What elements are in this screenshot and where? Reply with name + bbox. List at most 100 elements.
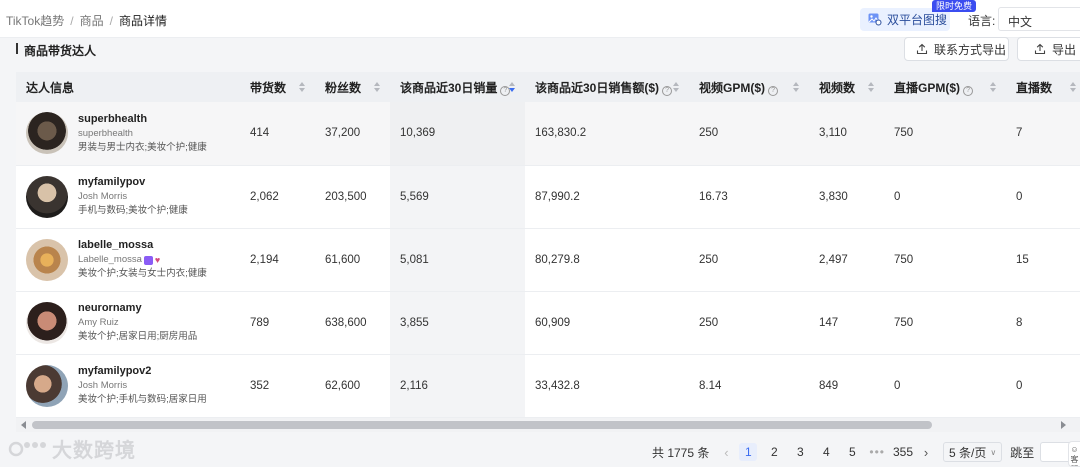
sales-count-cell: 2,062: [240, 165, 315, 229]
sort-icon[interactable]: [990, 82, 996, 93]
lives-cell: 15: [1006, 228, 1080, 292]
influencer-handle[interactable]: myfamilypov2: [78, 364, 207, 378]
scrollbar-thumb[interactable]: [32, 421, 932, 429]
page-button-4[interactable]: 4: [817, 443, 835, 461]
sales-count-cell: 2,194: [240, 228, 315, 292]
influencer-name: superbhealth: [78, 127, 133, 139]
table-row[interactable]: superbhealth superbhealth 男装与男士内衣;美妆个护;健…: [16, 102, 1080, 166]
followers-cell: 203,500: [315, 165, 390, 229]
videos-cell: 3,110: [809, 102, 884, 166]
sort-icon[interactable]: [793, 82, 799, 93]
jump-page-input[interactable]: [1040, 442, 1071, 462]
influencer-handle[interactable]: myfamilypov: [78, 175, 188, 189]
influencer-cell: superbhealth superbhealth 男装与男士内衣;美妆个护;健…: [16, 102, 240, 166]
column-header-units-30d[interactable]: 该商品近30日销量?: [390, 72, 525, 102]
sales-count-cell: 789: [240, 291, 315, 355]
column-header-live-gpm[interactable]: 直播GPM($)?: [884, 72, 1006, 102]
scroll-right-arrow-icon[interactable]: [1061, 421, 1066, 429]
influencer-categories: 美妆个护;手机与数码;居家日用: [78, 394, 207, 405]
avatar[interactable]: [26, 112, 68, 155]
section-title: 商品带货达人: [16, 42, 96, 59]
breadcrumb: TikTok趋势 / 商品 / 商品详情: [6, 12, 167, 29]
revenue-30d-cell: 163,830.2: [525, 102, 689, 166]
page-button-last[interactable]: 355: [893, 443, 913, 461]
column-header-influencer: 达人信息: [16, 72, 240, 102]
influencer-cell: myfamilypov Josh Morris 手机与数码;美妆个护;健康: [16, 165, 240, 229]
column-header-sales-count[interactable]: 带货数: [240, 72, 315, 102]
sort-icon[interactable]: [1070, 82, 1076, 93]
lives-cell: 0: [1006, 165, 1080, 229]
help-icon[interactable]: ?: [662, 85, 673, 96]
column-header-revenue-30d[interactable]: 该商品近30日销售额($)?: [525, 72, 689, 102]
sort-icon[interactable]: [299, 82, 305, 93]
sort-desc-icon[interactable]: [509, 82, 515, 93]
table-row[interactable]: neurornamy Amy Ruiz 美妆个护;居家日用;厨房用品 789 6…: [16, 291, 1080, 355]
jump-label: 跳至: [1010, 445, 1035, 460]
avatar[interactable]: [26, 364, 68, 407]
contact-export-label: 联系方式导出: [934, 42, 1007, 57]
column-header-videos[interactable]: 视频数: [809, 72, 884, 102]
prev-page-icon[interactable]: ‹: [717, 445, 735, 460]
sales-count-cell: 352: [240, 354, 315, 418]
sort-icon[interactable]: [374, 82, 380, 93]
breadcrumb-tiktok-trends[interactable]: TikTok趋势: [6, 14, 64, 28]
horizontal-scrollbar[interactable]: [16, 418, 1080, 432]
language-select[interactable]: 中文: [998, 7, 1080, 31]
table-row[interactable]: labelle_mossa Labelle_mossa ♥ 美妆个护;女装与女士内…: [16, 228, 1080, 292]
breadcrumb-separator: /: [70, 14, 74, 28]
table-row[interactable]: myfamilypov Josh Morris 手机与数码;美妆个护;健康 2,…: [16, 165, 1080, 229]
influencer-cell: labelle_mossa Labelle_mossa ♥ 美妆个护;女装与女士内…: [16, 228, 240, 292]
next-page-icon[interactable]: ›: [917, 445, 935, 460]
sort-icon[interactable]: [673, 82, 679, 93]
sort-icon[interactable]: [868, 82, 874, 93]
lives-cell: 8: [1006, 291, 1080, 355]
breadcrumb-products[interactable]: 商品: [80, 14, 104, 28]
video-gpm-cell: 250: [689, 291, 809, 355]
upload-icon: [916, 43, 928, 55]
page-button-2[interactable]: 2: [765, 443, 783, 461]
page-size-select[interactable]: 5 条/页 ∨: [943, 442, 1003, 462]
influencer-handle[interactable]: neurornamy: [78, 301, 197, 315]
influencer-cell: myfamilypov2 Josh Morris 美妆个护;手机与数码;居家日用: [16, 354, 240, 418]
influencer-categories: 美妆个护;居家日用;厨房用品: [78, 331, 198, 342]
column-header-video-gpm[interactable]: 视频GPM($)?: [689, 72, 809, 102]
avatar[interactable]: [26, 238, 68, 281]
live-gpm-cell: 0: [884, 165, 1006, 229]
influencer-handle[interactable]: labelle_mossa: [78, 238, 207, 252]
export-button[interactable]: 导出: [1017, 37, 1080, 61]
revenue-30d-cell: 60,909: [525, 291, 689, 355]
influencer-handle[interactable]: superbhealth: [78, 112, 207, 126]
live-gpm-cell: 750: [884, 228, 1006, 292]
help-icon[interactable]: ?: [768, 85, 779, 96]
revenue-30d-cell: 80,279.8: [525, 228, 689, 292]
column-header-followers[interactable]: 粉丝数: [315, 72, 390, 102]
page-button-3[interactable]: 3: [791, 443, 809, 461]
video-gpm-cell: 250: [689, 228, 809, 292]
units-30d-cell: 5,569: [390, 165, 525, 229]
export-label: 导出: [1052, 42, 1077, 57]
units-30d-cell: 2,116: [390, 354, 525, 418]
column-header-lives[interactable]: 直播数: [1006, 72, 1080, 102]
watermark-logo-icon: [8, 441, 46, 456]
watermark-text: 大数跨境: [52, 440, 136, 462]
influencer-name: Josh Morris: [78, 380, 128, 391]
table-header-row: 达人信息 带货数 粉丝数 该商品近30日销量? 该商品近30日销售额($)? 视…: [16, 72, 1080, 102]
avatar[interactable]: [26, 301, 68, 344]
table-row[interactable]: myfamilypov2 Josh Morris 美妆个护;手机与数码;居家日用…: [16, 354, 1080, 418]
scroll-left-arrow-icon[interactable]: [21, 421, 26, 429]
customer-service-button[interactable]: ☺客服: [1068, 441, 1080, 467]
free-badge: 限时免费: [932, 0, 977, 12]
videos-cell: 849: [809, 354, 884, 418]
influencer-table: 达人信息 带货数 粉丝数 该商品近30日销量? 该商品近30日销售额($)? 视…: [16, 72, 1080, 418]
help-icon[interactable]: ?: [963, 85, 974, 96]
breadcrumb-separator: /: [109, 14, 113, 28]
avatar[interactable]: [26, 175, 68, 218]
influencer-cell: neurornamy Amy Ruiz 美妆个护;居家日用;厨房用品: [16, 291, 240, 355]
more-pages-ellipsis[interactable]: •••: [869, 445, 885, 459]
page-button-1[interactable]: 1: [739, 443, 758, 461]
video-gpm-cell: 8.14: [689, 354, 809, 418]
page-button-5[interactable]: 5: [843, 443, 861, 461]
contact-export-button[interactable]: 联系方式导出: [904, 37, 1009, 61]
verified-icon: [143, 255, 153, 265]
pagination: 共 1775 条 ‹ 1 2 3 4 5 ••• 355 › 5 条/页 ∨ 跳至: [652, 442, 1071, 462]
